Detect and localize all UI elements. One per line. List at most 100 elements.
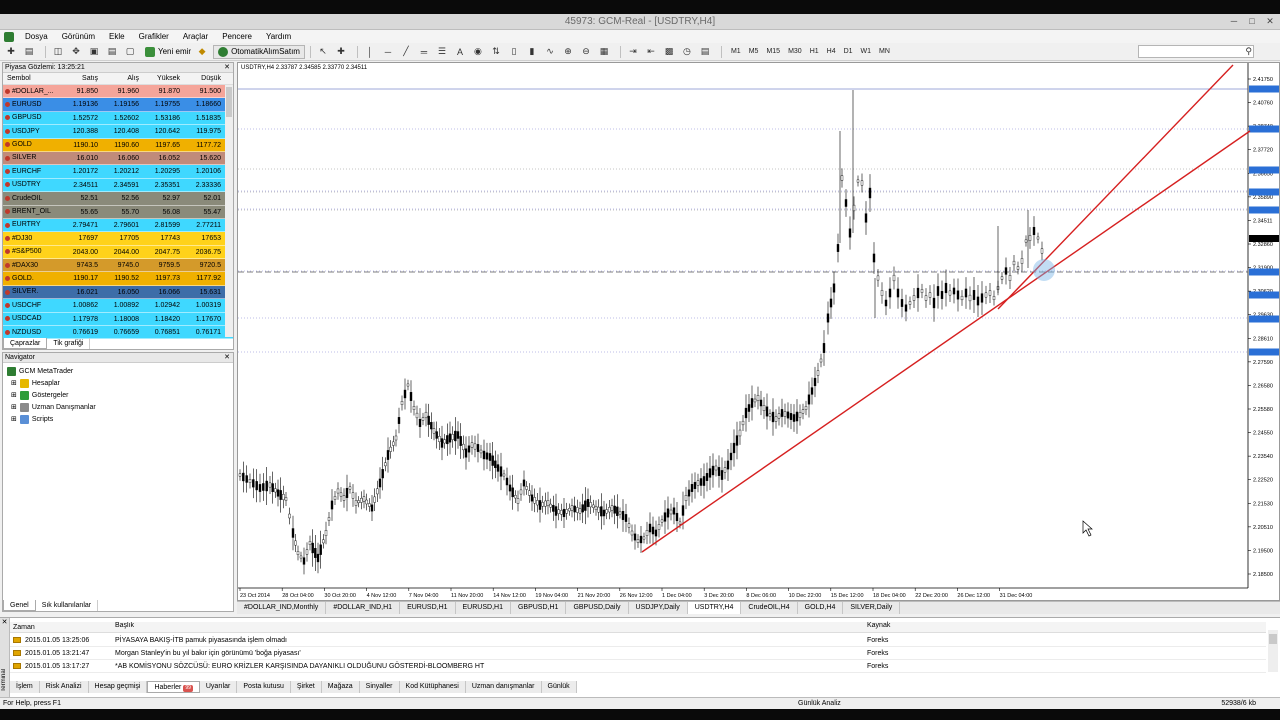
indicators-icon[interactable]: ▩ (662, 45, 676, 59)
column-symbol[interactable]: Sembol (3, 73, 60, 84)
scrollbar-thumb[interactable] (226, 87, 232, 117)
chart-shift-icon[interactable]: ⇤ (644, 45, 658, 59)
close-icon[interactable]: ✕ (224, 63, 230, 73)
chart-window[interactable]: 2.417502.407602.387402.377202.366502.358… (237, 62, 1280, 601)
expand-icon[interactable]: ⊞ (11, 379, 17, 387)
market-watch-row[interactable]: GOLD. 1190.17 1190.52 1197.73 1177.92 (3, 272, 233, 286)
market-watch-row[interactable]: #DJ30 17697 17705 17743 17653 (3, 232, 233, 246)
terminal-tab[interactable]: Hesap geçmişi (89, 681, 148, 693)
nav-root[interactable]: GCM MetaTrader (3, 365, 233, 377)
search-input[interactable] (1138, 45, 1254, 58)
chart-tab[interactable]: USDJPY,Daily (629, 602, 688, 614)
timeframe-mn[interactable]: MN (875, 48, 894, 55)
column-title[interactable]: Başlık (112, 622, 864, 632)
close-icon[interactable]: ✕ (1264, 15, 1276, 27)
terminal-tab[interactable]: Uyarılar (200, 681, 238, 693)
menu-insert[interactable]: Ekle (102, 32, 132, 41)
chart-tab[interactable]: EURUSD,H1 (456, 602, 511, 614)
channel-icon[interactable]: ═ (417, 45, 431, 59)
market-watch-row[interactable]: USDJPY 120.388 120.408 120.642 119.975 (3, 125, 233, 139)
timeframe-m30[interactable]: M30 (784, 48, 806, 55)
app-icon[interactable] (4, 31, 14, 42)
fibonacci-icon[interactable]: ☰ (435, 45, 449, 59)
terminal-tab[interactable]: Risk Analizi (40, 681, 89, 693)
menu-tools[interactable]: Araçlar (176, 32, 215, 41)
menu-file[interactable]: Dosya (18, 32, 55, 41)
chart-tab[interactable]: #DOLLAR_IND,H1 (326, 602, 401, 614)
chart-tab[interactable]: #DOLLAR_IND,Monthly (237, 602, 327, 614)
market-watch-row[interactable]: CrudeOIL 52.51 52.56 52.97 52.01 (3, 192, 233, 206)
timeframe-h4[interactable]: H4 (823, 48, 840, 55)
market-watch-row[interactable]: USDCAD 1.17978 1.18008 1.18420 1.17670 (3, 312, 233, 327)
vertical-line-icon[interactable]: │ (363, 45, 377, 59)
candlestick-icon[interactable]: ▮ (525, 45, 539, 59)
news-row[interactable]: 2015.01.05 13:25:06 PİYASAYA BAKIŞ-İTB pa… (10, 634, 1266, 647)
market-watch-row[interactable]: SILVER. 16.021 16.050 16.066 15.631 (3, 285, 233, 300)
market-watch-row[interactable]: EURCHF 1.20172 1.20212 1.20295 1.20106 (3, 165, 233, 179)
menu-charts[interactable]: Grafikler (132, 32, 176, 41)
chart-tab[interactable]: GBPUSD,Daily (566, 602, 629, 614)
nav-item-experts[interactable]: ⊞ Uzman Danışmanlar (3, 401, 233, 413)
close-icon[interactable]: ✕ (224, 353, 230, 363)
market-watch-row[interactable]: USDTRY 2.34511 2.34591 2.35351 2.33336 (3, 178, 233, 193)
column-ask[interactable]: Alış (101, 73, 142, 84)
tab-general[interactable]: Genel (3, 600, 36, 611)
news-row[interactable]: 2015.01.05 13:17:27 *AB KOMİSYONU SÖZCÜSÜ… (10, 660, 1266, 673)
nav-item-accounts[interactable]: ⊞ Hesaplar (3, 377, 233, 389)
market-watch-row[interactable]: #DAX30 9743.5 9745.0 9759.5 9720.5 (3, 259, 233, 273)
cursor-icon[interactable]: ↖ (316, 45, 330, 59)
market-watch-row[interactable]: #DOLLAR_... 91.850 91.960 91.870 91.500 (3, 85, 233, 99)
timeframe-m5[interactable]: M5 (745, 48, 763, 55)
tab-tick-chart[interactable]: Tik grafiği (47, 338, 91, 349)
market-watch-row[interactable]: EURTRY 2.79471 2.79601 2.81599 2.77211 (3, 218, 233, 233)
market-watch-icon[interactable]: ◫ (51, 45, 65, 59)
label-tool-icon[interactable]: ◉ (471, 45, 485, 59)
arrows-icon[interactable]: ⇅ (489, 45, 503, 59)
terminal-tab[interactable]: İşlem (10, 681, 40, 693)
market-watch-row[interactable]: BRENT_OIL 55.65 55.70 56.08 55.47 (3, 205, 233, 219)
terminal-tab[interactable]: Uzman danışmanlar (466, 681, 542, 693)
tab-favorites[interactable]: Sık kullanılanlar (36, 600, 99, 611)
terminal-tab[interactable]: Haberler 99 (147, 681, 200, 693)
chart-tab[interactable]: EURUSD,H1 (400, 602, 456, 614)
menu-window[interactable]: Pencere (215, 32, 259, 41)
periods-icon[interactable]: ◷ (680, 45, 694, 59)
chart-tab[interactable]: SILVER,Daily (843, 602, 901, 614)
tile-windows-icon[interactable]: ▦ (597, 45, 611, 59)
timeframe-w1[interactable]: W1 (857, 48, 876, 55)
market-watch-row[interactable]: EURUSD 1.19136 1.19156 1.19755 1.18660 (3, 98, 233, 112)
horizontal-line-icon[interactable]: ─ (381, 45, 395, 59)
market-watch-row[interactable]: GBPUSD 1.52572 1.52602 1.53186 1.51835 (3, 111, 233, 126)
trendline-icon[interactable]: ╱ (399, 45, 413, 59)
expand-icon[interactable]: ⊞ (11, 415, 17, 423)
timeframe-m15[interactable]: M15 (762, 48, 784, 55)
chart-tab[interactable]: CrudeOIL,H4 (741, 602, 798, 614)
nav-item-indicators[interactable]: ⊞ Göstergeler (3, 389, 233, 401)
search-icon[interactable]: ⚲ (1245, 46, 1252, 57)
terminal-tab[interactable]: Şirket (291, 681, 322, 693)
terminal-tab[interactable]: Günlük (542, 681, 577, 693)
autoscroll-icon[interactable]: ⇥ (626, 45, 640, 59)
terminal-tab[interactable]: Sinyaller (360, 681, 400, 693)
crosshair-icon[interactable]: ✚ (334, 45, 348, 59)
new-chart-icon[interactable]: ✚ (4, 45, 18, 59)
text-tool-icon[interactable]: A (453, 45, 467, 59)
market-watch-scrollbar[interactable] (225, 85, 233, 337)
chart-tab[interactable]: USDTRY,H4 (687, 602, 742, 614)
scrollbar-thumb[interactable] (1269, 634, 1277, 644)
metaeditor-icon[interactable]: ◆ (195, 45, 209, 59)
profiles-icon[interactable]: ▤ (22, 45, 36, 59)
market-watch-row[interactable]: USDCHF 1.00862 1.00892 1.02942 1.00319 (3, 299, 233, 313)
new-order-button[interactable]: Yeni emir (141, 45, 195, 59)
zoom-in-icon[interactable]: ⊕ (561, 45, 575, 59)
column-time[interactable]: Zaman (10, 622, 112, 632)
expand-icon[interactable]: ⊞ (11, 391, 17, 399)
market-watch-row[interactable]: #S&P500 2043.00 2044.00 2047.75 2036.75 (3, 245, 233, 260)
terminal-icon[interactable]: ▤ (105, 45, 119, 59)
terminal-tab[interactable]: Posta kutusu (237, 681, 291, 693)
price-chart[interactable]: 2.417502.407602.387402.377202.366502.358… (238, 63, 1280, 602)
column-bid[interactable]: Satış (60, 73, 101, 84)
templates-icon[interactable]: ▤ (698, 45, 712, 59)
expand-icon[interactable]: ⊞ (11, 403, 17, 411)
timeframe-d1[interactable]: D1 (840, 48, 857, 55)
